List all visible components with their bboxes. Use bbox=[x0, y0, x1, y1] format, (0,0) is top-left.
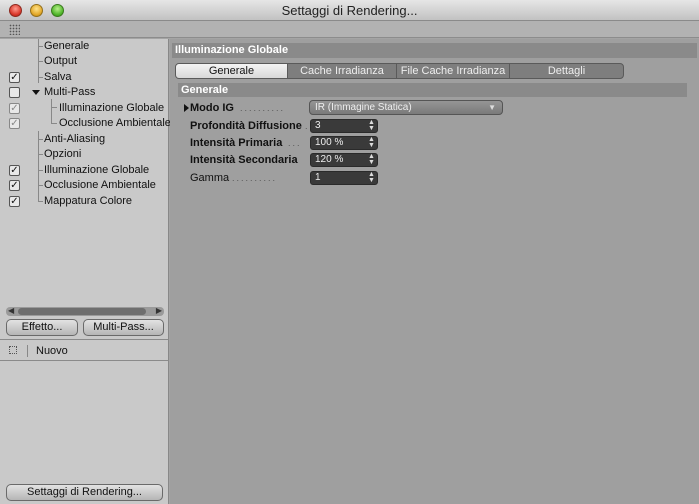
preset-item-nuovo[interactable]: Nuovo bbox=[0, 342, 169, 360]
tree-item-anti-aliasing[interactable]: Anti-Aliasing bbox=[0, 132, 169, 147]
intensita-primaria-label: Intensità Primaria bbox=[190, 137, 283, 149]
label-leader: . bbox=[305, 119, 309, 134]
modo-ig-dropdown[interactable]: IR (Immagine Statica) ▼ bbox=[309, 100, 503, 115]
multipass-button[interactable]: Multi-Pass... bbox=[83, 319, 164, 336]
left-panel: Generale Output ✓ Salva Multi-Pass ✓ Ill… bbox=[0, 39, 171, 504]
grip-icon[interactable] bbox=[9, 24, 20, 35]
tree-item-label: Occlusione Ambientale bbox=[44, 179, 156, 191]
group-header: Generale bbox=[178, 83, 687, 97]
tree-item-label: Anti-Aliasing bbox=[44, 133, 106, 145]
tree-item-mappatura-colore[interactable]: ✓ Mappatura Colore bbox=[0, 194, 169, 209]
tree-item-generale[interactable]: Generale bbox=[0, 39, 169, 54]
triangle-down-icon[interactable] bbox=[32, 90, 40, 95]
scroll-right-icon[interactable]: ▶ bbox=[156, 306, 162, 315]
tree-item-occlusione-ambientale[interactable]: ✓ Occlusione Ambientale bbox=[0, 178, 169, 193]
window-title: Settaggi di Rendering... bbox=[281, 3, 418, 18]
tree-item-label: Generale bbox=[44, 40, 90, 52]
divider bbox=[0, 360, 169, 361]
label-leader: ... bbox=[288, 138, 302, 148]
scroll-left-icon[interactable]: ◀ bbox=[8, 306, 14, 315]
effetto-button[interactable]: Effetto... bbox=[6, 319, 78, 336]
profondita-diffusione-label: Profondità Diffusione bbox=[190, 120, 302, 132]
tree-item-label: Salva bbox=[44, 71, 72, 83]
tree-item-salva[interactable]: ✓ Salva bbox=[0, 70, 169, 85]
intensita-secondaria-label: Intensità Secondaria bbox=[190, 154, 298, 166]
stepper-icon[interactable]: ▲ ▼ bbox=[368, 171, 375, 184]
check-icon[interactable]: ✓ bbox=[9, 180, 20, 191]
check-icon[interactable]: ✓ bbox=[9, 196, 20, 207]
label-leader: .......... bbox=[240, 103, 286, 113]
tab-cache-irradianza[interactable]: Cache Irradianza bbox=[288, 64, 397, 78]
tree-item-label: Multi-Pass bbox=[44, 86, 96, 98]
stepper-icon[interactable]: ▲ ▼ bbox=[368, 136, 375, 149]
tree-item-label: Mappatura Colore bbox=[44, 195, 133, 207]
title-bar[interactable]: Settaggi di Rendering... bbox=[0, 0, 699, 21]
check-icon[interactable]: ✓ bbox=[9, 103, 20, 114]
tree-item-illuminazione-globale[interactable]: ✓ Illuminazione Globale bbox=[0, 163, 169, 178]
triangle-right-icon[interactable] bbox=[184, 104, 189, 112]
modo-ig-value: IR (Immagine Statica) bbox=[315, 102, 412, 113]
tree-item-multipass[interactable]: Multi-Pass bbox=[0, 85, 169, 100]
tree-horizontal-scrollbar[interactable]: ◀ ▶ bbox=[6, 306, 164, 316]
tree-item-label: Illuminazione Globale bbox=[59, 102, 165, 114]
tree-item-label: Illuminazione Globale bbox=[44, 164, 150, 176]
panel-title: Illuminazione Globale bbox=[172, 43, 697, 58]
stepper-icon[interactable]: ▲ ▼ bbox=[368, 153, 375, 166]
chevron-down-icon: ▼ bbox=[488, 103, 496, 112]
render-settings-button[interactable]: Settaggi di Rendering... bbox=[6, 484, 163, 501]
intensita-primaria-value: 100 % bbox=[315, 137, 344, 148]
divider bbox=[0, 339, 169, 340]
intensita-secondaria-field[interactable]: 120 % ▲ ▼ bbox=[310, 153, 378, 167]
gamma-value: 1 bbox=[315, 172, 321, 183]
settings-tree: Generale Output ✓ Salva Multi-Pass ✓ Ill… bbox=[0, 39, 171, 301]
check-icon[interactable]: ✓ bbox=[9, 118, 20, 129]
toolbar bbox=[0, 21, 699, 38]
tab-bar: Generale Cache Irradianza File Cache Irr… bbox=[175, 63, 624, 79]
stepper-icon[interactable]: ▲ ▼ bbox=[368, 119, 375, 132]
intensita-secondaria-value: 120 % bbox=[315, 154, 344, 165]
tab-generale[interactable]: Generale bbox=[176, 64, 288, 78]
profondita-diffusione-field[interactable]: 3 ▲ ▼ bbox=[310, 119, 378, 133]
tree-connector bbox=[27, 345, 28, 357]
intensita-primaria-field[interactable]: 100 % ▲ ▼ bbox=[310, 136, 378, 150]
preset-icon bbox=[9, 346, 17, 354]
tab-file-cache-irradianza[interactable]: File Cache Irradianza bbox=[397, 64, 510, 78]
tab-dettagli[interactable]: Dettagli bbox=[510, 64, 623, 78]
label-leader: .......... bbox=[232, 173, 278, 183]
tree-item-label: Opzioni bbox=[44, 148, 82, 160]
tree-item-multipass-ig[interactable]: ✓ Illuminazione Globale bbox=[0, 101, 169, 116]
gamma-label: Gamma bbox=[190, 172, 230, 184]
tree-item-opzioni[interactable]: Opzioni bbox=[0, 147, 169, 162]
tree-item-output[interactable]: Output bbox=[0, 54, 169, 69]
modo-ig-label: Modo IG bbox=[190, 102, 234, 114]
tree-item-label: Output bbox=[44, 55, 78, 67]
check-icon[interactable]: ✓ bbox=[9, 165, 20, 176]
check-icon[interactable]: ✓ bbox=[9, 72, 20, 83]
scrollbar-thumb[interactable] bbox=[18, 308, 146, 315]
checkbox-empty-icon[interactable] bbox=[9, 87, 20, 98]
tree-item-label: Occlusione Ambientale bbox=[59, 117, 171, 129]
render-settings-window: Settaggi di Rendering... Generale Output… bbox=[0, 0, 699, 504]
gamma-field[interactable]: 1 ▲ ▼ bbox=[310, 171, 378, 185]
tree-item-multipass-ao[interactable]: ✓ Occlusione Ambientale bbox=[0, 116, 171, 131]
profondita-diffusione-value: 3 bbox=[315, 120, 321, 131]
preset-label: Nuovo bbox=[36, 345, 68, 357]
